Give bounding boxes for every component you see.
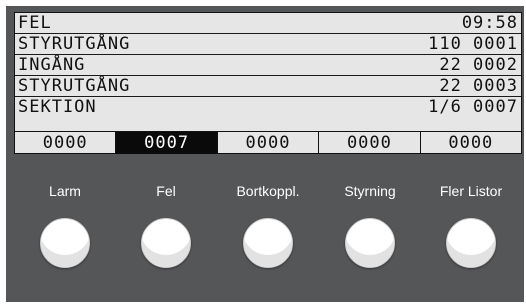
row-label: STYRUTGÅNG xyxy=(18,76,131,96)
softkey-larm: Larm xyxy=(14,180,116,280)
display-row: INGÅNG 22 0002 xyxy=(15,55,521,76)
row-value: 110 0001 xyxy=(428,34,518,54)
softkey-fel: Fel xyxy=(115,180,217,280)
fel-button[interactable] xyxy=(141,218,191,268)
counter-cell: 0000 xyxy=(319,132,421,154)
larm-button[interactable] xyxy=(40,218,90,268)
lcd-display: FEL 09:58 STYRUTGÅNG 110 0001 INGÅNG 22 … xyxy=(14,12,522,154)
bortkoppl-button[interactable] xyxy=(243,218,293,268)
row-value: 22 0003 xyxy=(439,76,518,96)
display-header: FEL 09:58 xyxy=(15,13,521,34)
row-label: SEKTION xyxy=(18,97,97,117)
row-value: 1/6 0007 xyxy=(428,97,518,117)
counter-cell: 0000 xyxy=(15,132,117,154)
row-value: 22 0002 xyxy=(439,55,518,75)
header-time: 09:58 xyxy=(461,13,518,33)
display-row: SEKTION 1/6 0007 xyxy=(15,97,521,118)
fler-listor-button[interactable] xyxy=(446,218,496,268)
counter-cell: 0000 xyxy=(218,132,320,154)
softkey-bortkoppl: Bortkoppl. xyxy=(217,180,319,280)
softkey-label: Larm xyxy=(49,183,81,199)
counter-cells: 0000 0007 0000 0000 0000 xyxy=(15,131,521,154)
softkey-label: Styrning xyxy=(344,183,396,199)
softkey-label: Fel xyxy=(156,183,176,199)
softkey-styrning: Styrning xyxy=(319,180,421,280)
softkey-row: Larm Fel Bortkoppl. Styrning Fler Listor xyxy=(14,180,522,280)
styrning-button[interactable] xyxy=(345,218,395,268)
softkey-label: Fler Listor xyxy=(439,183,503,199)
display-row: STYRUTGÅNG 22 0003 xyxy=(15,76,521,97)
softkey-label: Bortkoppl. xyxy=(236,183,300,199)
row-label: STYRUTGÅNG xyxy=(18,34,131,54)
counter-cell: 0007 xyxy=(116,132,218,154)
softkey-fler-listor: Fler Listor xyxy=(420,180,522,280)
header-title: FEL xyxy=(18,13,52,33)
counter-cell: 0000 xyxy=(448,133,494,153)
display-row: STYRUTGÅNG 110 0001 xyxy=(15,34,521,55)
row-label: INGÅNG xyxy=(18,55,86,75)
control-panel: FEL 09:58 STYRUTGÅNG 110 0001 INGÅNG 22 … xyxy=(0,0,526,306)
